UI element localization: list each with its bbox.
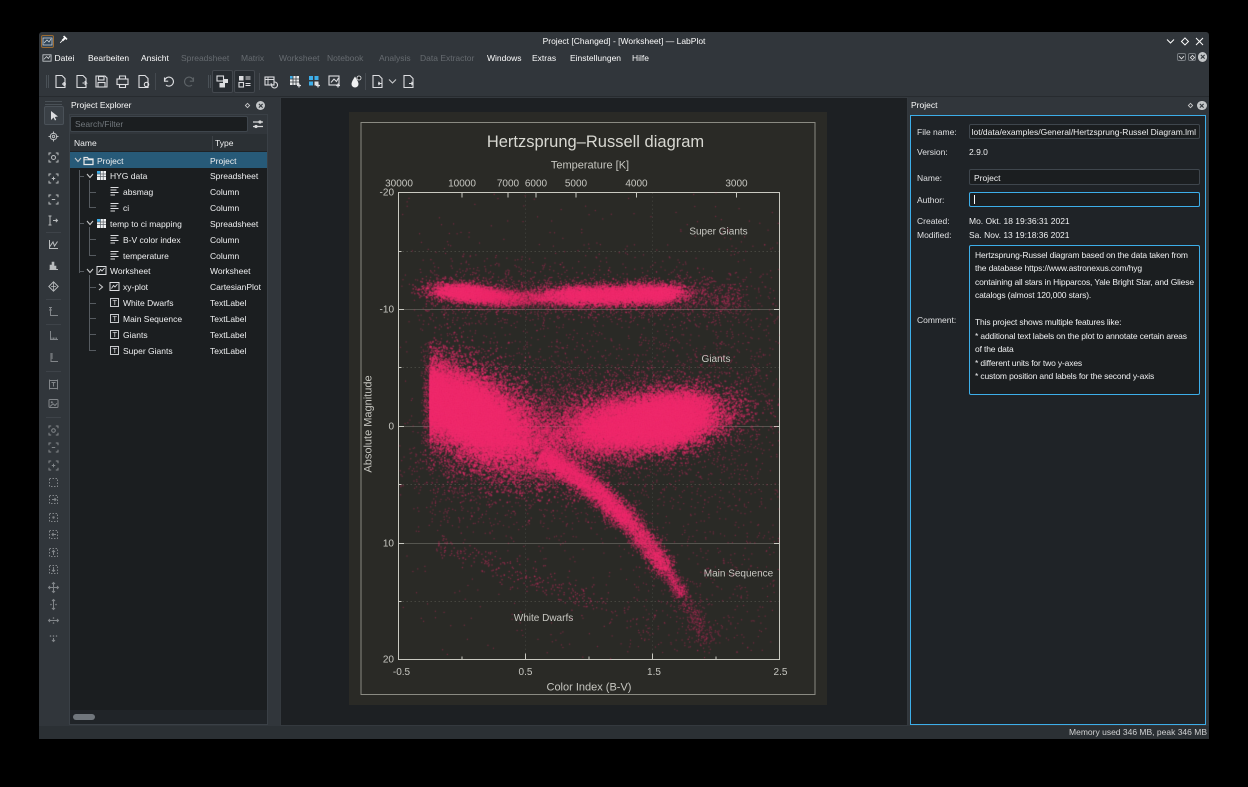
svg-text:T: T (113, 298, 118, 307)
svg-text:T: T (113, 314, 118, 323)
svg-text:T: T (113, 346, 118, 355)
svg-text:T: T (113, 330, 118, 339)
